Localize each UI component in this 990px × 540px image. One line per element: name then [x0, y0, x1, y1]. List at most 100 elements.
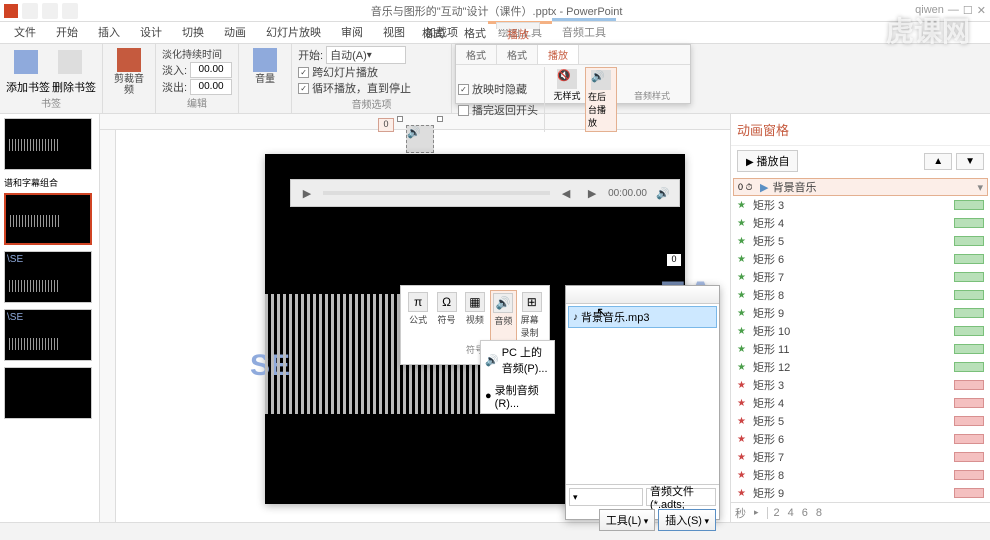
filter-combo[interactable]: 音频文件 (*.adts; [646, 488, 716, 506]
insert-button[interactable]: 插入(S) ▾ [658, 509, 716, 531]
window-title: 音乐与图形的"互动"设计（课件）.pptx - PowerPoint [78, 3, 915, 19]
symbol-button[interactable]: Ω符号 [433, 290, 459, 341]
anim-item[interactable]: ★矩形 5 [733, 412, 988, 430]
mute-button[interactable]: 🔊 [653, 183, 673, 203]
anim-list[interactable]: 0 ⏱▶背景音乐▾★矩形 3★矩形 4★矩形 5★矩形 6★矩形 7★矩形 8★… [731, 176, 990, 502]
video-button[interactable]: ▦视频 [462, 290, 488, 341]
speaker-icon: 🔇 [557, 69, 577, 89]
equation-button[interactable]: π公式 [405, 290, 431, 341]
tab-file[interactable]: 文件 [4, 21, 46, 43]
tab-format2[interactable]: 格式 [454, 22, 496, 28]
fade-out-input[interactable] [190, 79, 232, 95]
popup-tab-playback[interactable]: 播放 [538, 45, 579, 64]
volume-button[interactable]: 音量 [245, 46, 285, 87]
volume-icon [253, 48, 277, 72]
tools-button[interactable]: 工具(L) ▾ [599, 509, 655, 531]
qat-save-icon[interactable] [22, 3, 38, 19]
remove-bookmark-button[interactable] [50, 46, 90, 79]
anim-item[interactable]: ★矩形 6 [733, 430, 988, 448]
quick-access-toolbar [22, 3, 78, 19]
trim-audio-button[interactable]: 剪裁音频 [109, 46, 149, 98]
omega-icon: Ω [437, 292, 457, 312]
anim-item[interactable]: ★矩形 3 [733, 376, 988, 394]
audio-button[interactable]: 🔊音频 [490, 290, 517, 341]
start-dropdown[interactable]: 自动(A) ▾ [326, 46, 406, 64]
anim-up-button[interactable]: ▲ [924, 153, 952, 170]
audio-icon: 🔊 [493, 293, 513, 313]
thumbnail-1[interactable] [4, 118, 92, 170]
loop-checkbox[interactable] [298, 83, 309, 94]
background-play-button[interactable]: 🔊在后台播放 [585, 67, 617, 132]
hide-checkbox[interactable] [458, 84, 469, 95]
bookmark-remove-icon [58, 50, 82, 74]
tab-animations[interactable]: 动画 [214, 21, 256, 43]
thumbnail-4[interactable]: \SE [4, 309, 92, 361]
app-icon [4, 4, 18, 18]
anim-item[interactable]: ★矩形 4 [733, 214, 988, 232]
file-item[interactable]: ♪ 背景音乐.mp3 [568, 306, 717, 328]
popup-tab-format1[interactable]: 格式 [456, 45, 497, 64]
popup-tab-format2[interactable]: 格式 [497, 45, 538, 64]
anim-item[interactable]: ★矩形 9 [733, 484, 988, 502]
tab-slideshow[interactable]: 幻灯片放映 [256, 21, 331, 43]
anim-item[interactable]: ★矩形 11 [733, 340, 988, 358]
anim-item[interactable]: ★矩形 8 [733, 286, 988, 304]
thumbnail-2[interactable] [4, 193, 92, 245]
close-icon[interactable]: ✕ [977, 4, 986, 17]
anim-item[interactable]: ★矩形 10 [733, 322, 988, 340]
animation-pane: 动画窗格 ▶ 播放自 ▲ ▼ 0 ⏱▶背景音乐▾★矩形 3★矩形 4★矩形 5★… [730, 114, 990, 522]
anim-item[interactable]: ★矩形 5 [733, 232, 988, 250]
filename-combo[interactable]: ▾ [569, 488, 643, 506]
fade-in-input[interactable] [190, 62, 232, 78]
anim-play-button[interactable]: ▶ 播放自 [737, 150, 798, 172]
slide-thumbnails[interactable]: 谱和字幕组合 \SE \SE [0, 114, 100, 522]
prev-button[interactable]: ◀ [556, 183, 576, 203]
start-label: 开始: [298, 47, 323, 63]
anim-item[interactable]: ★矩形 7 [733, 268, 988, 286]
no-style-button[interactable]: 🔇无样式 [551, 67, 583, 132]
anim-item[interactable]: ★矩形 9 [733, 304, 988, 322]
tab-format1[interactable]: 格式 [412, 22, 454, 28]
file-list[interactable]: ♪ 背景音乐.mp3 [566, 304, 719, 484]
file-dialog-header[interactable] [566, 286, 719, 304]
speaker-bg-icon: 🔊 [591, 70, 611, 90]
record-audio-item[interactable]: ● 录制音频(R)... [481, 379, 554, 413]
tab-insert[interactable]: 插入 [88, 21, 130, 43]
audio-object[interactable]: 🔊 [400, 119, 440, 159]
audio-dropdown-menu: 🔊 PC 上的音频(P)... ● 录制音频(R)... [480, 340, 555, 414]
anim-item[interactable]: ★矩形 6 [733, 250, 988, 268]
anim-item[interactable]: 0 ⏱▶背景音乐▾ [733, 178, 988, 196]
anim-item[interactable]: ★矩形 7 [733, 448, 988, 466]
qat-undo-icon[interactable] [42, 3, 58, 19]
screen-record-button[interactable]: ⊞屏幕录制 [519, 290, 545, 341]
thumbnail-3[interactable]: \SE [4, 251, 92, 303]
group-trim: 剪裁音频 [103, 44, 156, 113]
tab-transitions[interactable]: 切换 [172, 21, 214, 43]
audio-order-badge: 0 [378, 118, 394, 132]
tab-view[interactable]: 视图 [373, 21, 415, 43]
media-track[interactable] [323, 191, 550, 195]
tab-design[interactable]: 设计 [130, 21, 172, 43]
tab-review[interactable]: 审阅 [331, 21, 373, 43]
tab-playback[interactable]: 播放 [496, 22, 540, 29]
anim-timeline: 秒 ▸ 2 4 6 8 [731, 502, 990, 522]
qat-redo-icon[interactable] [62, 3, 78, 19]
anim-down-button[interactable]: ▼ [956, 153, 984, 170]
statusbar [0, 522, 990, 540]
video-icon: ▦ [465, 292, 485, 312]
cross-slides-checkbox[interactable] [298, 67, 309, 78]
rewind-checkbox[interactable] [458, 105, 469, 116]
anim-item[interactable]: ★矩形 3 [733, 196, 988, 214]
speaker-placeholder-icon: 🔊 [406, 125, 434, 153]
play-button[interactable]: ▶ [297, 183, 317, 203]
thumbnail-5[interactable] [4, 367, 92, 419]
screen-icon: ⊞ [522, 292, 542, 312]
next-button[interactable]: ▶ [582, 183, 602, 203]
add-bookmark-button[interactable] [6, 46, 46, 79]
anim-item[interactable]: ★矩形 12 [733, 358, 988, 376]
anim-item[interactable]: ★矩形 8 [733, 466, 988, 484]
tab-home[interactable]: 开始 [46, 21, 88, 43]
audio-from-pc-item[interactable]: 🔊 PC 上的音频(P)... [481, 341, 554, 379]
anim-item[interactable]: ★矩形 4 [733, 394, 988, 412]
vertical-ruler [100, 130, 116, 522]
